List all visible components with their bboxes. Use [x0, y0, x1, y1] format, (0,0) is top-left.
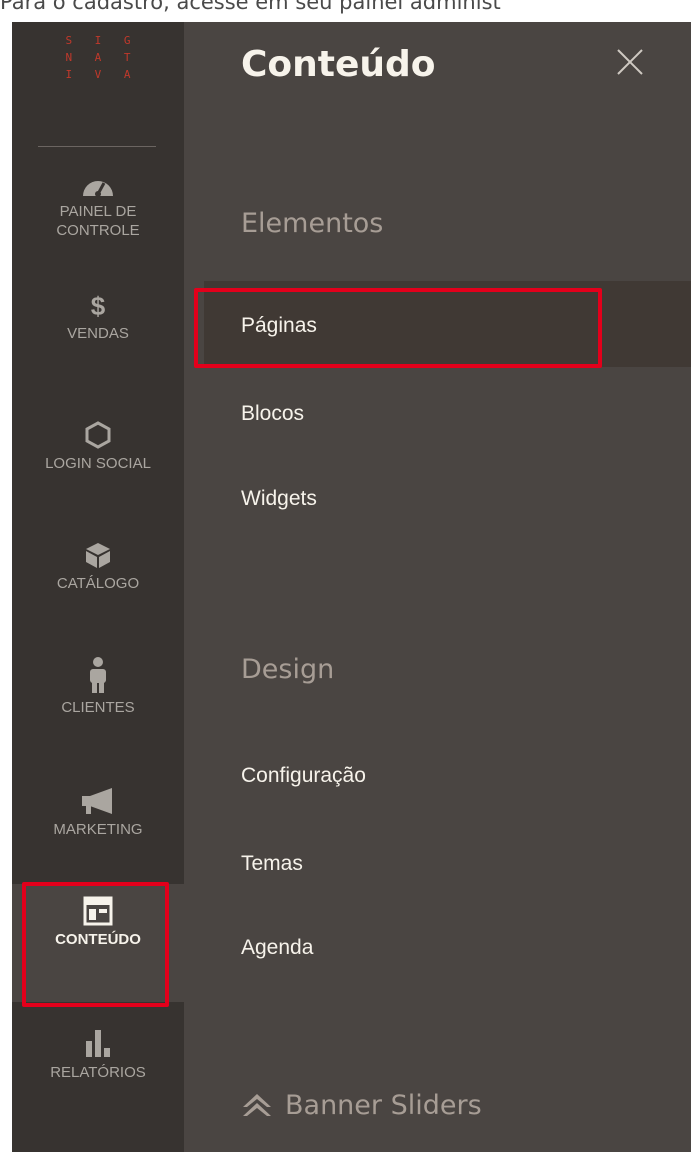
menu-link-widgets[interactable]: Widgets — [241, 487, 317, 511]
hexagon-icon — [85, 421, 111, 449]
logo-line: N A T — [65, 51, 139, 64]
signativa-logo[interactable]: S I G N A T I V A — [12, 32, 184, 112]
nav-item-content[interactable]: CONTEÚDO — [12, 884, 184, 1002]
nav-item-social-login[interactable]: LOGIN SOCIAL — [12, 420, 184, 473]
nav-label: CONTROLE — [56, 222, 140, 239]
nav-label: CLIENTES — [61, 699, 135, 716]
page-caption: Para o cadastro, acesse em seu painel ad… — [0, 0, 501, 14]
nav-item-sales[interactable]: $ VENDAS — [12, 292, 184, 343]
nav-item-catalog[interactable]: CATÁLOGO — [12, 540, 184, 593]
flyout-title: Conteúdo — [241, 44, 436, 85]
nav-label: PAINEL DE — [59, 203, 137, 220]
person-icon — [90, 657, 106, 693]
banner-slider-icon — [243, 1093, 271, 1116]
menu-link-configuracao[interactable]: Configuração — [241, 764, 366, 788]
layout-icon — [83, 896, 113, 926]
box-icon — [86, 543, 110, 568]
nav-label: CONTEÚDO — [55, 931, 141, 948]
dashboard-gauge-icon — [83, 181, 113, 197]
nav-label: CATÁLOGO — [56, 575, 140, 592]
menu-link-paginas[interactable]: Páginas — [241, 314, 317, 338]
logo-line: I V A — [65, 68, 139, 81]
menu-link-temas[interactable]: Temas — [241, 852, 303, 876]
banner-sliders-label: Banner Sliders — [285, 1090, 482, 1121]
section-title-design: Design — [241, 654, 335, 685]
admin-menu-screenshot: S I G N A T I V A PAINEL DE CONTROLE $ V… — [12, 22, 691, 1152]
menu-link-agenda[interactable]: Agenda — [241, 936, 313, 960]
nav-label: VENDAS — [67, 325, 129, 342]
close-icon[interactable] — [616, 48, 644, 76]
megaphone-icon — [82, 788, 112, 814]
nav-label: MARKETING — [53, 821, 143, 838]
nav-label: LOGIN SOCIAL — [45, 455, 151, 472]
content-flyout-menu: Conteúdo Elementos Páginas Blocos Widget… — [184, 22, 691, 1152]
banner-sliders-section[interactable]: Banner Sliders — [241, 1090, 482, 1121]
menu-link-blocos[interactable]: Blocos — [241, 402, 304, 426]
section-title-elementos: Elementos — [241, 208, 384, 239]
dollar-icon: $ — [90, 291, 106, 321]
nav-item-marketing[interactable]: MARKETING — [12, 786, 184, 839]
admin-sidebar: S I G N A T I V A PAINEL DE CONTROLE $ V… — [12, 22, 184, 1152]
nav-label: RELATÓRIOS — [50, 1064, 146, 1081]
nav-item-dashboard[interactable]: PAINEL DE CONTROLE — [12, 174, 184, 240]
nav-item-reports[interactable]: RELATÓRIOS — [12, 1027, 184, 1082]
logo-divider — [38, 146, 156, 147]
bar-chart-icon — [86, 1030, 110, 1057]
logo-line: S I G — [65, 34, 139, 47]
nav-item-customers[interactable]: CLIENTES — [12, 656, 184, 717]
